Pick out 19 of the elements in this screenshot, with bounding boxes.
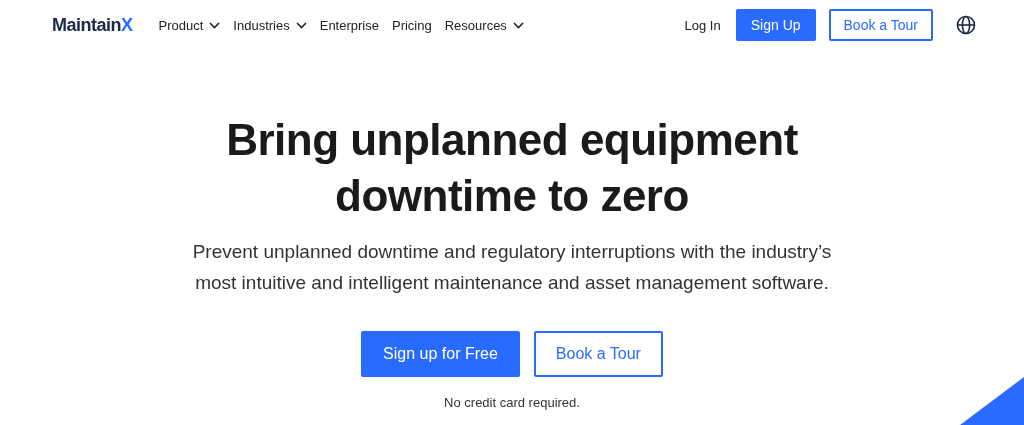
note-text: No credit card required. — [444, 395, 580, 410]
sign-up-button[interactable]: Sign Up — [735, 9, 816, 41]
globe-icon[interactable] — [956, 15, 976, 35]
nav-link[interactable]: Enterprise — [319, 17, 379, 33]
corner-shape — [960, 377, 1024, 425]
chevron-down-icon — [209, 21, 221, 29]
hero-title: Bring unplanned equipment downtime to zero — [226, 114, 798, 222]
logo[interactable]: MaintainX — [52, 14, 133, 36]
hero-subtitle: Prevent unplanned downtime and regulatory interruptions with the industry’s most intuitive and intelligent maintenance and asset management software. — [192, 240, 832, 295]
nav-link[interactable]: Pricing — [391, 17, 432, 33]
sign-up-button[interactable]: Sign up for Free — [361, 331, 520, 377]
book-tour-button[interactable]: Book a Tour — [828, 9, 933, 41]
chevron-down-icon — [512, 21, 524, 29]
book-tour-button[interactable]: Book a Tour — [533, 331, 663, 377]
nav-link[interactable]: Industries — [233, 17, 307, 33]
nav-link[interactable]: Resources — [444, 17, 524, 33]
chevron-down-icon — [295, 21, 307, 29]
nav-link[interactable]: Product — [158, 17, 221, 33]
login-link[interactable]: Log In — [682, 9, 723, 41]
